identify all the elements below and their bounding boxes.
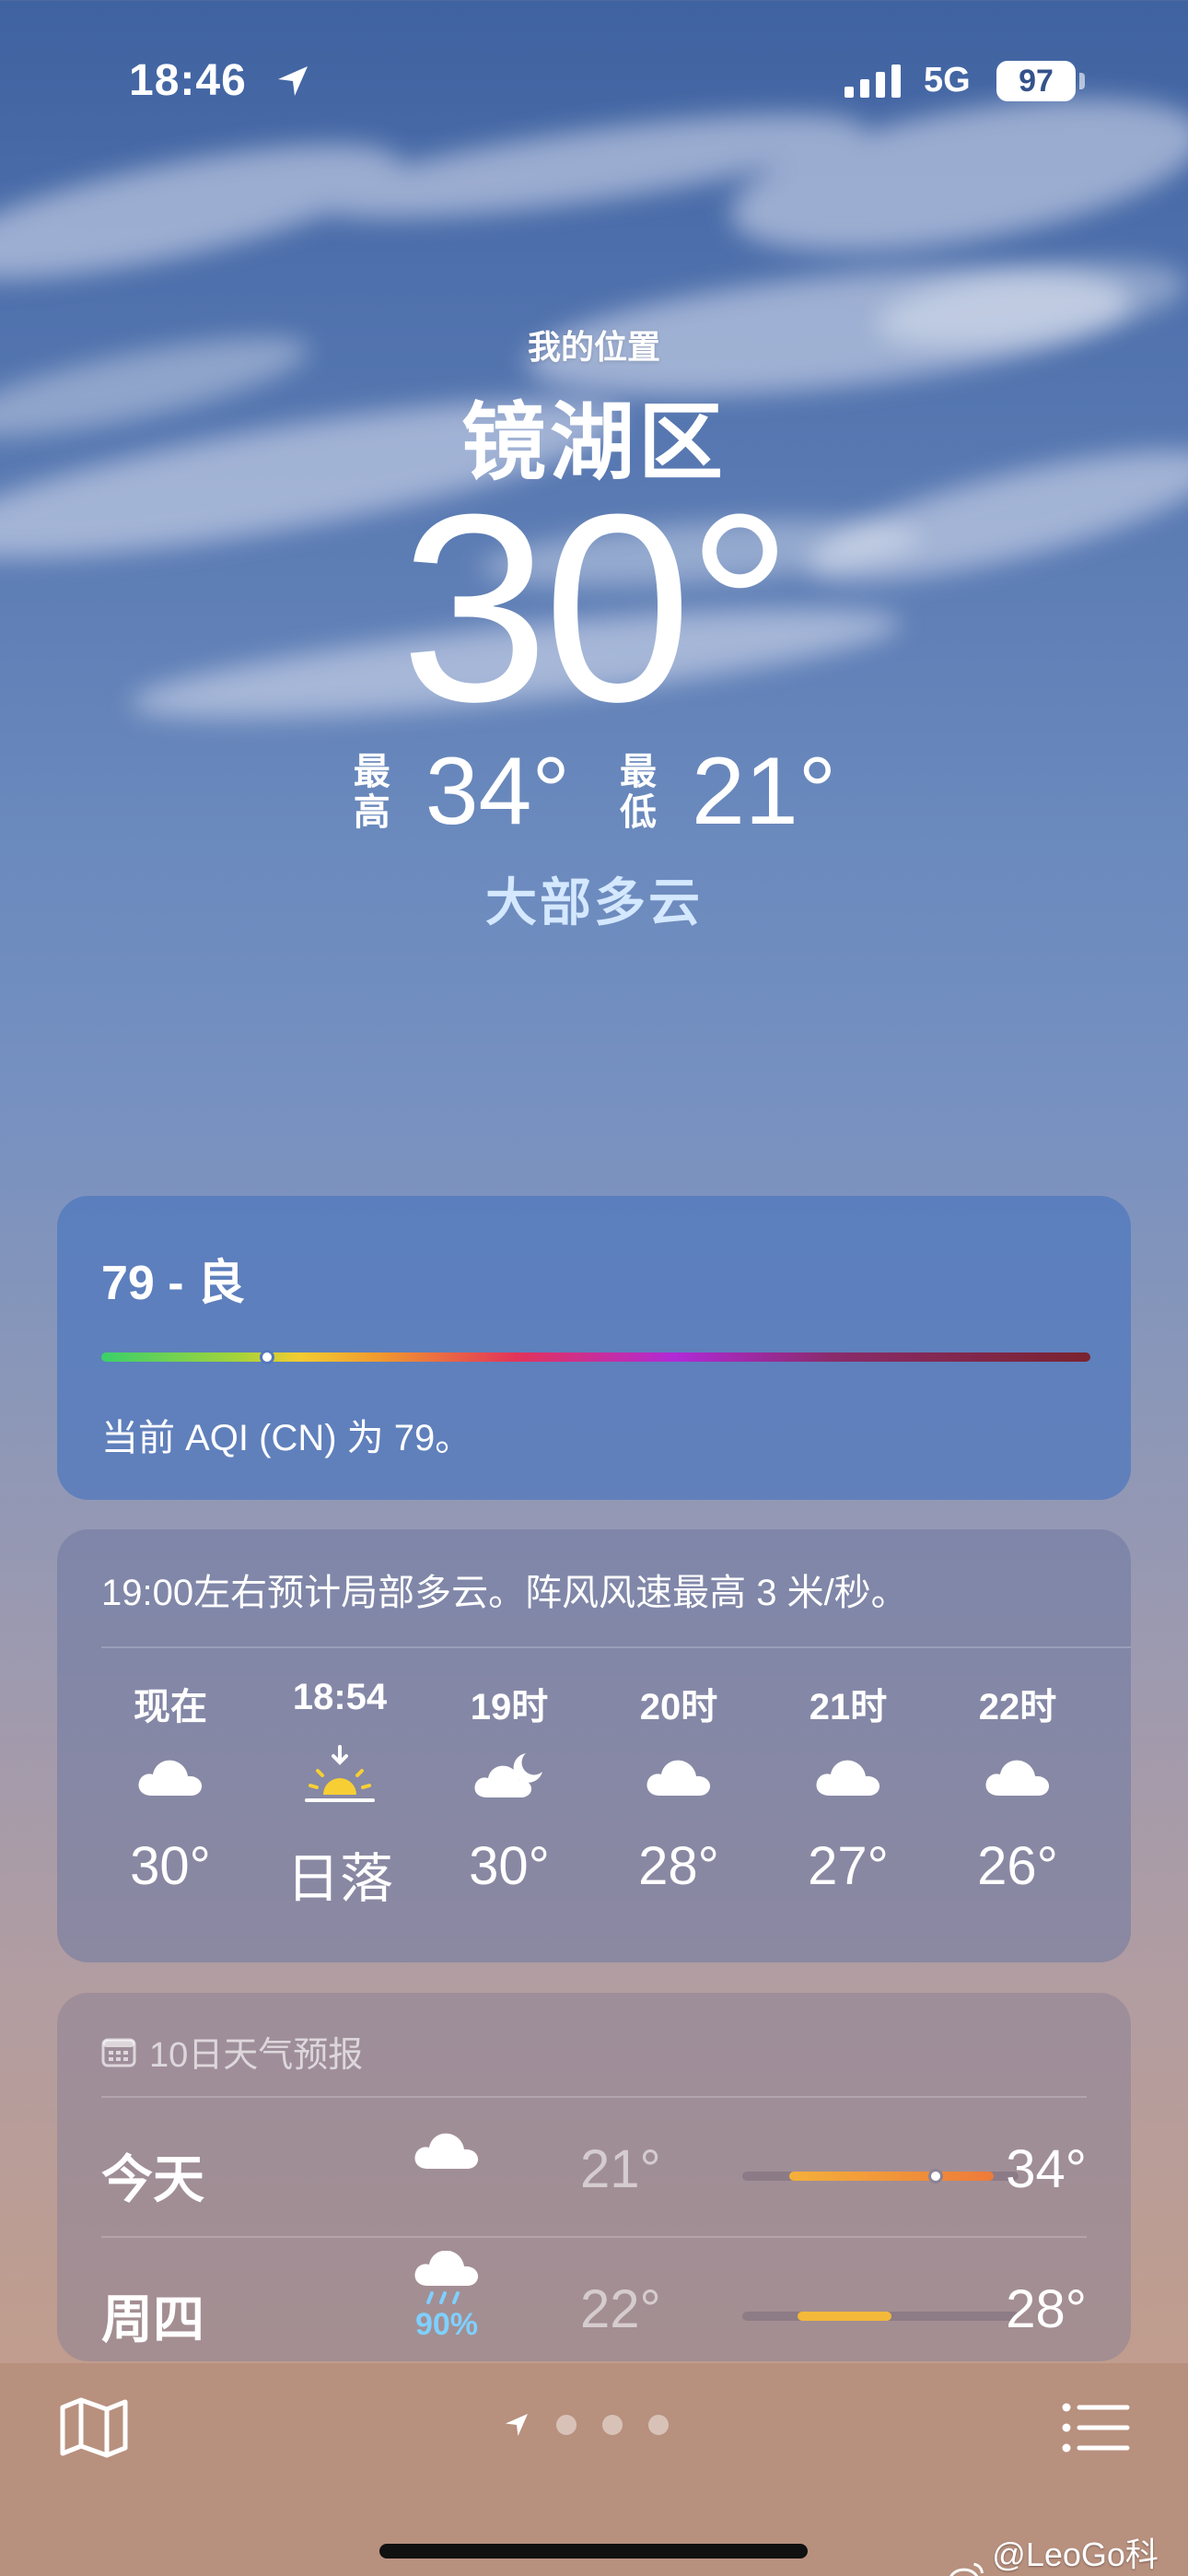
home-indicator[interactable] — [379, 2544, 808, 2558]
hour-temp: 30° — [130, 1836, 211, 1896]
divider — [101, 1646, 1131, 1648]
current-temp-marker — [928, 2169, 943, 2184]
aqi-gradient-bar — [101, 1352, 1090, 1362]
high-temp: 34° — [425, 738, 570, 845]
status-time: 18:46 — [129, 56, 247, 105]
location-arrow-icon — [278, 66, 308, 96]
low-temp: 21° — [692, 738, 837, 845]
battery-icon: 97 — [996, 61, 1076, 101]
location-label: 我的位置 — [527, 328, 660, 366]
hour-temp: 30° — [469, 1836, 550, 1896]
watermark: @LeoGo科技 — [949, 2528, 1188, 2576]
aqi-indicator — [260, 1350, 274, 1364]
aqi-title: 79 - 良 — [101, 1257, 246, 1310]
temp-range-fill — [798, 2312, 891, 2321]
page-dot — [602, 2415, 623, 2435]
forecast-day: 周四 — [101, 2290, 204, 2348]
hour-temp: 26° — [977, 1836, 1058, 1896]
map-icon[interactable] — [57, 2391, 131, 2465]
current-temperature: 30° — [400, 459, 794, 757]
hour-label: 20时 — [639, 1687, 718, 1727]
page-indicator[interactable] — [503, 2411, 669, 2439]
page-dot — [648, 2415, 669, 2435]
hour-temp: 28° — [638, 1836, 719, 1896]
forecast-row-thursday[interactable]: 周四 90% 22° 28° — [101, 2238, 1087, 2361]
cloud-rain-icon — [414, 2250, 479, 2304]
forecast-low: 21° — [580, 2139, 661, 2199]
aqi-card[interactable]: 79 - 良 当前 AQI (CN) 为 79。 — [57, 1196, 1131, 1500]
cloud-icon — [414, 2133, 479, 2169]
forecast-row-today[interactable]: 今天 21° 34° — [101, 2098, 1087, 2236]
status-bar: 18:46 5G 97 — [0, 55, 1188, 111]
battery-tip — [1079, 73, 1085, 89]
hourly-summary: 19:00左右预计局部多云。阵风风速最高 3 米/秒。 — [101, 1573, 908, 1613]
hour-label: 19时 — [470, 1687, 549, 1727]
hour-temp: 27° — [808, 1836, 889, 1896]
forecast-low: 22° — [580, 2279, 661, 2339]
hourly-list[interactable]: 现在 30° 18:54 日落 19时 30° 20时 28° 21时 27° … — [101, 1677, 1087, 1913]
hour-temp: 日落 — [285, 1849, 393, 1909]
cloud-moon-icon — [474, 1753, 542, 1797]
calendar-icon — [101, 2038, 136, 2067]
hour-item: 20时 28° — [610, 1677, 748, 1913]
hour-item: 21时 27° — [779, 1677, 917, 1913]
cloud-icon — [646, 1760, 711, 1796]
hour-label: 18:54 — [292, 1677, 388, 1717]
forecast-high: 34° — [1006, 2139, 1087, 2199]
watermark-text: @LeoGo科技 — [992, 2535, 1159, 2573]
precip-chance: 90% — [414, 2307, 479, 2342]
temp-range-bar — [742, 2169, 1019, 2184]
forecast-title: 10日天气预报 — [149, 2036, 364, 2075]
hour-label: 现在 — [134, 1687, 207, 1727]
hour-item: 现在 30° — [101, 1677, 239, 1913]
ten-day-forecast-card[interactable]: 10日天气预报 今天 21° 34° 周四 90% 22° 28° — [57, 1993, 1131, 2361]
hour-label: 21时 — [809, 1687, 888, 1727]
high-low: 最高 34° 最低 21° — [0, 737, 1188, 847]
page-dot — [556, 2415, 577, 2435]
cloud-icon — [138, 1760, 203, 1796]
aqi-description: 当前 AQI (CN) 为 79。 — [101, 1418, 472, 1458]
high-label: 最高 — [353, 751, 390, 833]
hour-label: 22时 — [978, 1687, 1057, 1727]
hourly-forecast-card[interactable]: 19:00左右预计局部多云。阵风风速最高 3 米/秒。 现在 30° 18:54 — [57, 1529, 1131, 1962]
condition-text: 大部多云 — [485, 873, 703, 931]
temp-range-fill — [789, 2172, 994, 2181]
low-label: 最低 — [620, 751, 657, 833]
network-type: 5G — [924, 61, 971, 100]
list-icon[interactable] — [1059, 2398, 1133, 2457]
location-arrow-icon — [506, 2414, 528, 2436]
cloud-icon — [985, 1760, 1050, 1796]
forecast-day: 今天 — [101, 2150, 204, 2208]
cellular-signal-icon — [844, 64, 901, 98]
sunset-icon — [305, 1745, 375, 1802]
hour-item: 19时 30° — [440, 1677, 578, 1913]
cloud-icon — [816, 1760, 880, 1796]
hour-item: 18:54 日落 — [271, 1677, 409, 1913]
forecast-high: 28° — [1006, 2279, 1087, 2339]
hour-item: 22时 26° — [949, 1677, 1087, 1913]
forecast-header: 10日天气预报 — [101, 2026, 363, 2077]
weather-screen: { "status_bar": { "time": "18:46", "netw… — [0, 0, 1188, 2576]
temp-range-bar — [742, 2312, 1019, 2321]
weibo-icon — [949, 2562, 984, 2576]
